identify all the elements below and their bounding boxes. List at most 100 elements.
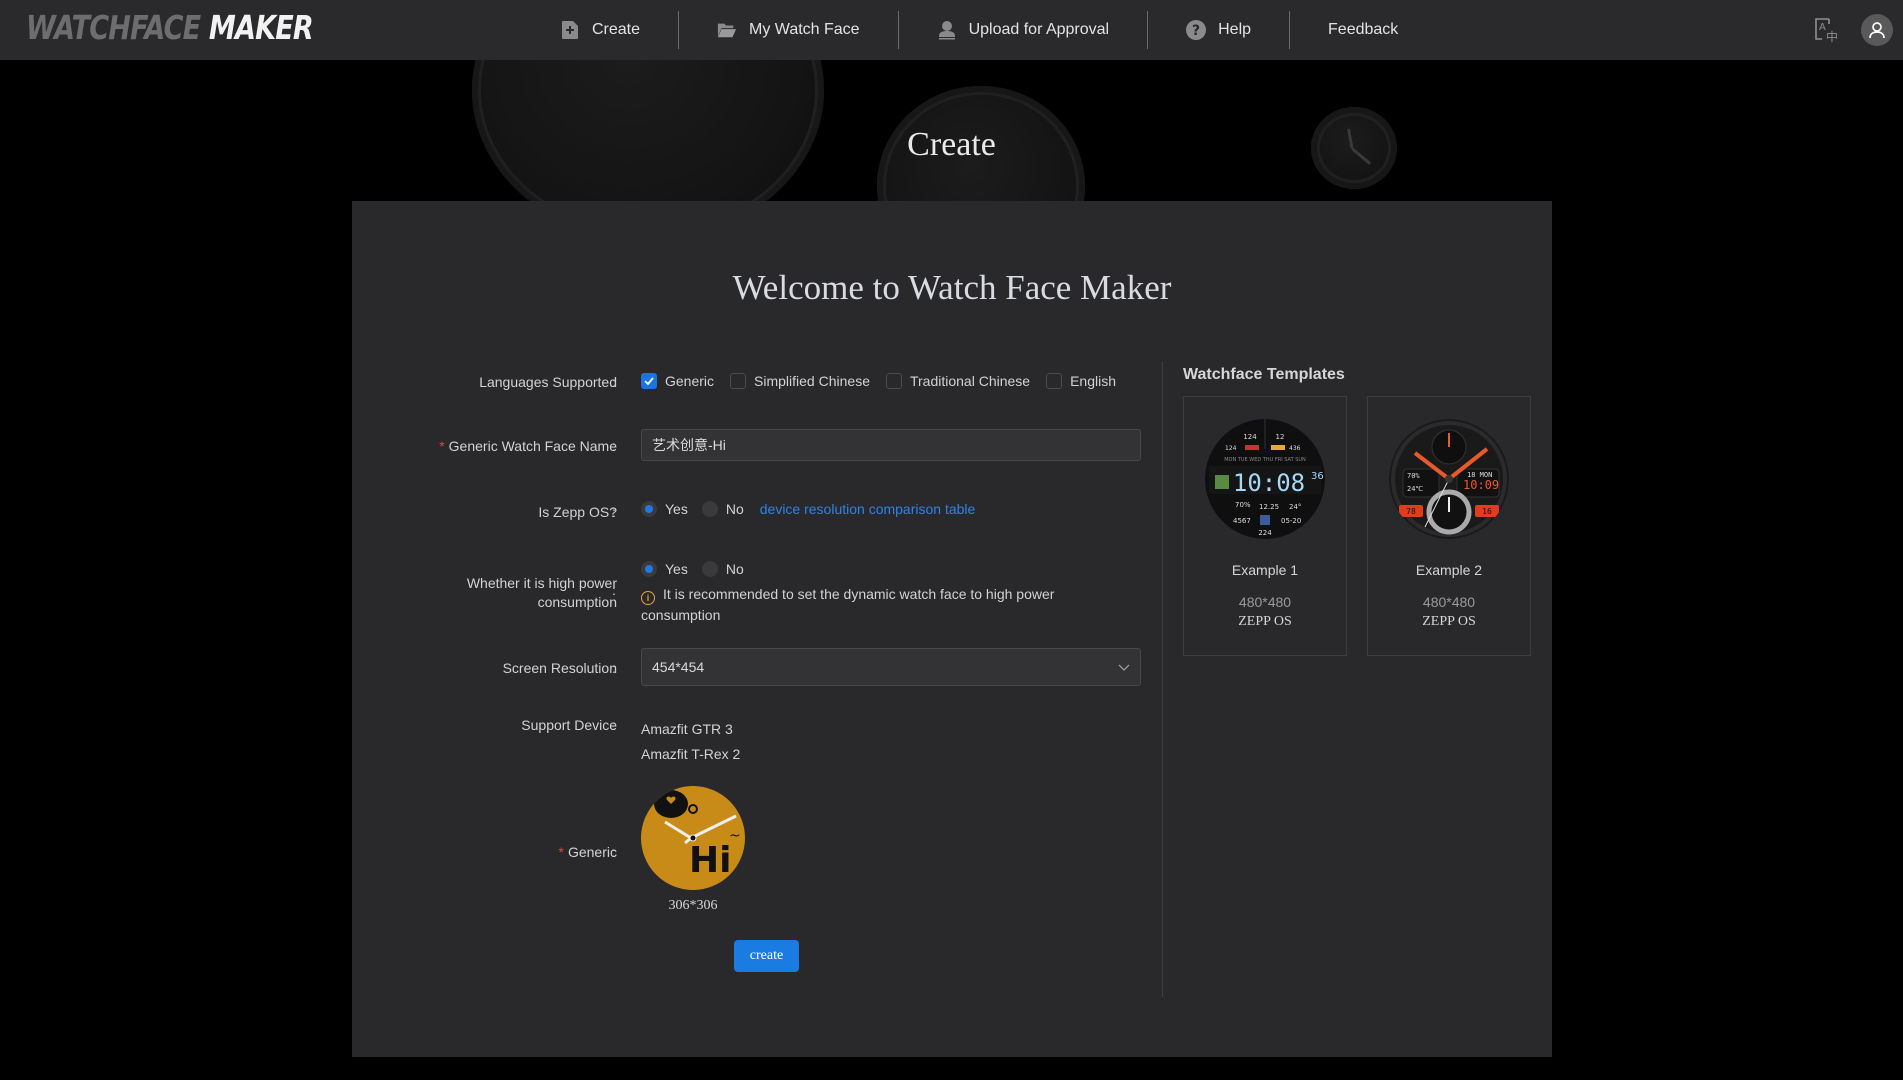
high-power-label: Whether it is high power consumption bbox=[466, 575, 617, 610]
required-asterisk: * bbox=[439, 438, 445, 454]
screen-resolution-value: 454*454 bbox=[652, 659, 705, 675]
chevron-down-icon bbox=[1118, 659, 1130, 675]
info-warning-icon: i bbox=[641, 591, 655, 605]
checkbox-label: Simplified Chinese bbox=[754, 373, 870, 389]
hero-banner: Create bbox=[0, 60, 1903, 201]
svg-text:36: 36 bbox=[1311, 471, 1324, 482]
checkbox-label: Traditional Chinese bbox=[909, 373, 1031, 389]
page-title: Create bbox=[907, 126, 996, 163]
app-logo[interactable]: WATCHFACE MAKER bbox=[26, 8, 314, 47]
resolution-comparison-link[interactable]: device resolution comparison table bbox=[760, 501, 976, 517]
label-colon: : bbox=[612, 844, 616, 860]
label-colon: : bbox=[612, 374, 616, 390]
create-button[interactable]: create bbox=[734, 940, 799, 972]
generic-preview-size: 306*306 bbox=[668, 898, 718, 913]
label-colon: : bbox=[612, 504, 616, 520]
templates-title: Watchface Templates bbox=[1183, 366, 1345, 383]
radio-label: No bbox=[725, 501, 744, 517]
svg-text:78: 78 bbox=[1406, 507, 1416, 516]
main-nav: Create My Watch Face Upload for Approval… bbox=[540, 0, 1436, 60]
top-navigation-bar: WATCHFACE MAKER Create My Watch Face Upl… bbox=[0, 0, 1903, 60]
checkbox-unchecked-icon[interactable] bbox=[885, 373, 902, 389]
svg-text:~: ~ bbox=[729, 828, 741, 844]
nav-create-label: Create bbox=[592, 21, 641, 38]
svg-text:MON TUE WED THU FRI SAT SUN: MON TUE WED THU FRI SAT SUN bbox=[1224, 457, 1306, 463]
nav-upload-approval[interactable]: Upload for Approval bbox=[899, 0, 1148, 60]
generic-preview: Hi ~ 306*306 bbox=[641, 786, 745, 914]
file-plus-icon bbox=[560, 20, 580, 40]
radio-unselected-icon[interactable] bbox=[701, 561, 718, 577]
checkbox-label: Generic bbox=[665, 373, 715, 389]
template-resolution: 480*480 bbox=[1238, 594, 1292, 610]
high-power-radio-group: Yes No bbox=[641, 561, 758, 577]
svg-text:16: 16 bbox=[1482, 507, 1492, 516]
svg-text:12: 12 bbox=[1276, 433, 1285, 441]
nav-help[interactable]: ? Help bbox=[1148, 0, 1289, 60]
zepp-os-radio-group: Yes No device resolution comparison tabl… bbox=[641, 501, 975, 517]
template-name: Example 1 bbox=[1231, 562, 1299, 578]
template-card-example-1[interactable]: 124 12 124 436 MON TUE WED THU FRI SAT S… bbox=[1183, 396, 1347, 656]
checkbox-simplified-chinese[interactable]: Simplified Chinese bbox=[730, 373, 870, 389]
radio-high-power-yes[interactable]: Yes bbox=[641, 561, 688, 577]
checkbox-unchecked-icon[interactable] bbox=[1046, 373, 1063, 389]
svg-text:Hi: Hi bbox=[689, 840, 731, 881]
vertical-divider bbox=[1162, 361, 1163, 997]
radio-unselected-icon[interactable] bbox=[701, 501, 718, 517]
screen-resolution-label: Screen Resolution bbox=[502, 660, 617, 676]
label-colon: : bbox=[612, 582, 616, 598]
user-avatar-icon[interactable] bbox=[1861, 14, 1893, 46]
svg-text:70%: 70% bbox=[1407, 472, 1420, 480]
watch-face-name-label: * Generic Watch Face Name bbox=[439, 438, 617, 454]
watch-face-name-input[interactable]: 艺术创意-Hi bbox=[641, 429, 1141, 461]
logo-text-watchface: WATCHFACE bbox=[26, 8, 201, 47]
radio-zepp-no[interactable]: No bbox=[701, 501, 744, 517]
device-item: Amazfit GTR 3 bbox=[641, 721, 733, 737]
nav-feedback[interactable]: Feedback bbox=[1290, 0, 1436, 60]
checkbox-label: English bbox=[1070, 373, 1117, 389]
nav-feedback-label: Feedback bbox=[1328, 21, 1399, 38]
checkbox-unchecked-icon[interactable] bbox=[730, 373, 747, 389]
label-colon: : bbox=[612, 717, 616, 733]
languages-label: Languages Supported bbox=[479, 374, 617, 390]
template-os: ZEPP OS bbox=[1422, 614, 1476, 629]
hint-text: It is recommended to set the dynamic wat… bbox=[641, 586, 1055, 623]
radio-high-power-no[interactable]: No bbox=[701, 561, 744, 577]
svg-text:?: ? bbox=[1192, 23, 1200, 39]
svg-text:12.25: 12.25 bbox=[1259, 503, 1279, 511]
language-switch-icon[interactable]: A中 bbox=[1813, 16, 1841, 44]
folder-open-icon bbox=[717, 20, 737, 40]
logo-text-maker: MAKER bbox=[208, 8, 314, 47]
create-panel: Welcome to Watch Face Maker Languages Su… bbox=[352, 201, 1552, 1057]
radio-label: No bbox=[725, 561, 744, 577]
svg-text:A: A bbox=[1819, 22, 1826, 33]
generic-watch-face-image[interactable]: Hi ~ bbox=[641, 786, 745, 890]
radio-selected-icon[interactable] bbox=[641, 561, 657, 577]
svg-text:124: 124 bbox=[1225, 445, 1237, 452]
nav-my-watch-face[interactable]: My Watch Face bbox=[679, 0, 898, 60]
svg-text:10:09: 10:09 bbox=[1463, 478, 1499, 492]
header-actions: A中 bbox=[1813, 0, 1903, 60]
svg-text:中: 中 bbox=[1826, 29, 1838, 44]
nav-help-label: Help bbox=[1218, 21, 1252, 38]
welcome-heading: Welcome to Watch Face Maker bbox=[732, 268, 1172, 307]
template-card-example-2[interactable]: 70% 24℃ 18 MON 10:09 78 16 Example 2 480… bbox=[1367, 396, 1531, 656]
checkbox-checked-icon[interactable] bbox=[641, 373, 657, 389]
template-preview-digital: 124 12 124 436 MON TUE WED THU FRI SAT S… bbox=[1205, 419, 1325, 539]
label-colon: : bbox=[612, 438, 616, 454]
checkbox-traditional-chinese[interactable]: Traditional Chinese bbox=[885, 373, 1031, 389]
radio-zepp-yes[interactable]: Yes bbox=[641, 501, 688, 517]
screen-resolution-select[interactable]: 454*454 bbox=[641, 648, 1141, 686]
checkbox-generic[interactable]: Generic bbox=[641, 373, 714, 389]
svg-text:24°: 24° bbox=[1289, 503, 1301, 511]
template-resolution: 480*480 bbox=[1422, 594, 1476, 610]
nav-create[interactable]: Create bbox=[540, 0, 678, 60]
user-upload-icon bbox=[937, 20, 957, 40]
radio-selected-icon[interactable] bbox=[641, 501, 657, 517]
label-colon: : bbox=[612, 660, 616, 676]
checkbox-english[interactable]: English bbox=[1046, 373, 1116, 389]
watch-face-name-value: 艺术创意-Hi bbox=[652, 437, 726, 453]
generic-preview-label: * Generic bbox=[558, 844, 617, 860]
languages-checkbox-group: Generic Simplified Chinese Traditional C… bbox=[641, 373, 1132, 389]
template-name: Example 2 bbox=[1415, 562, 1483, 578]
svg-text:436: 436 bbox=[1289, 445, 1301, 452]
